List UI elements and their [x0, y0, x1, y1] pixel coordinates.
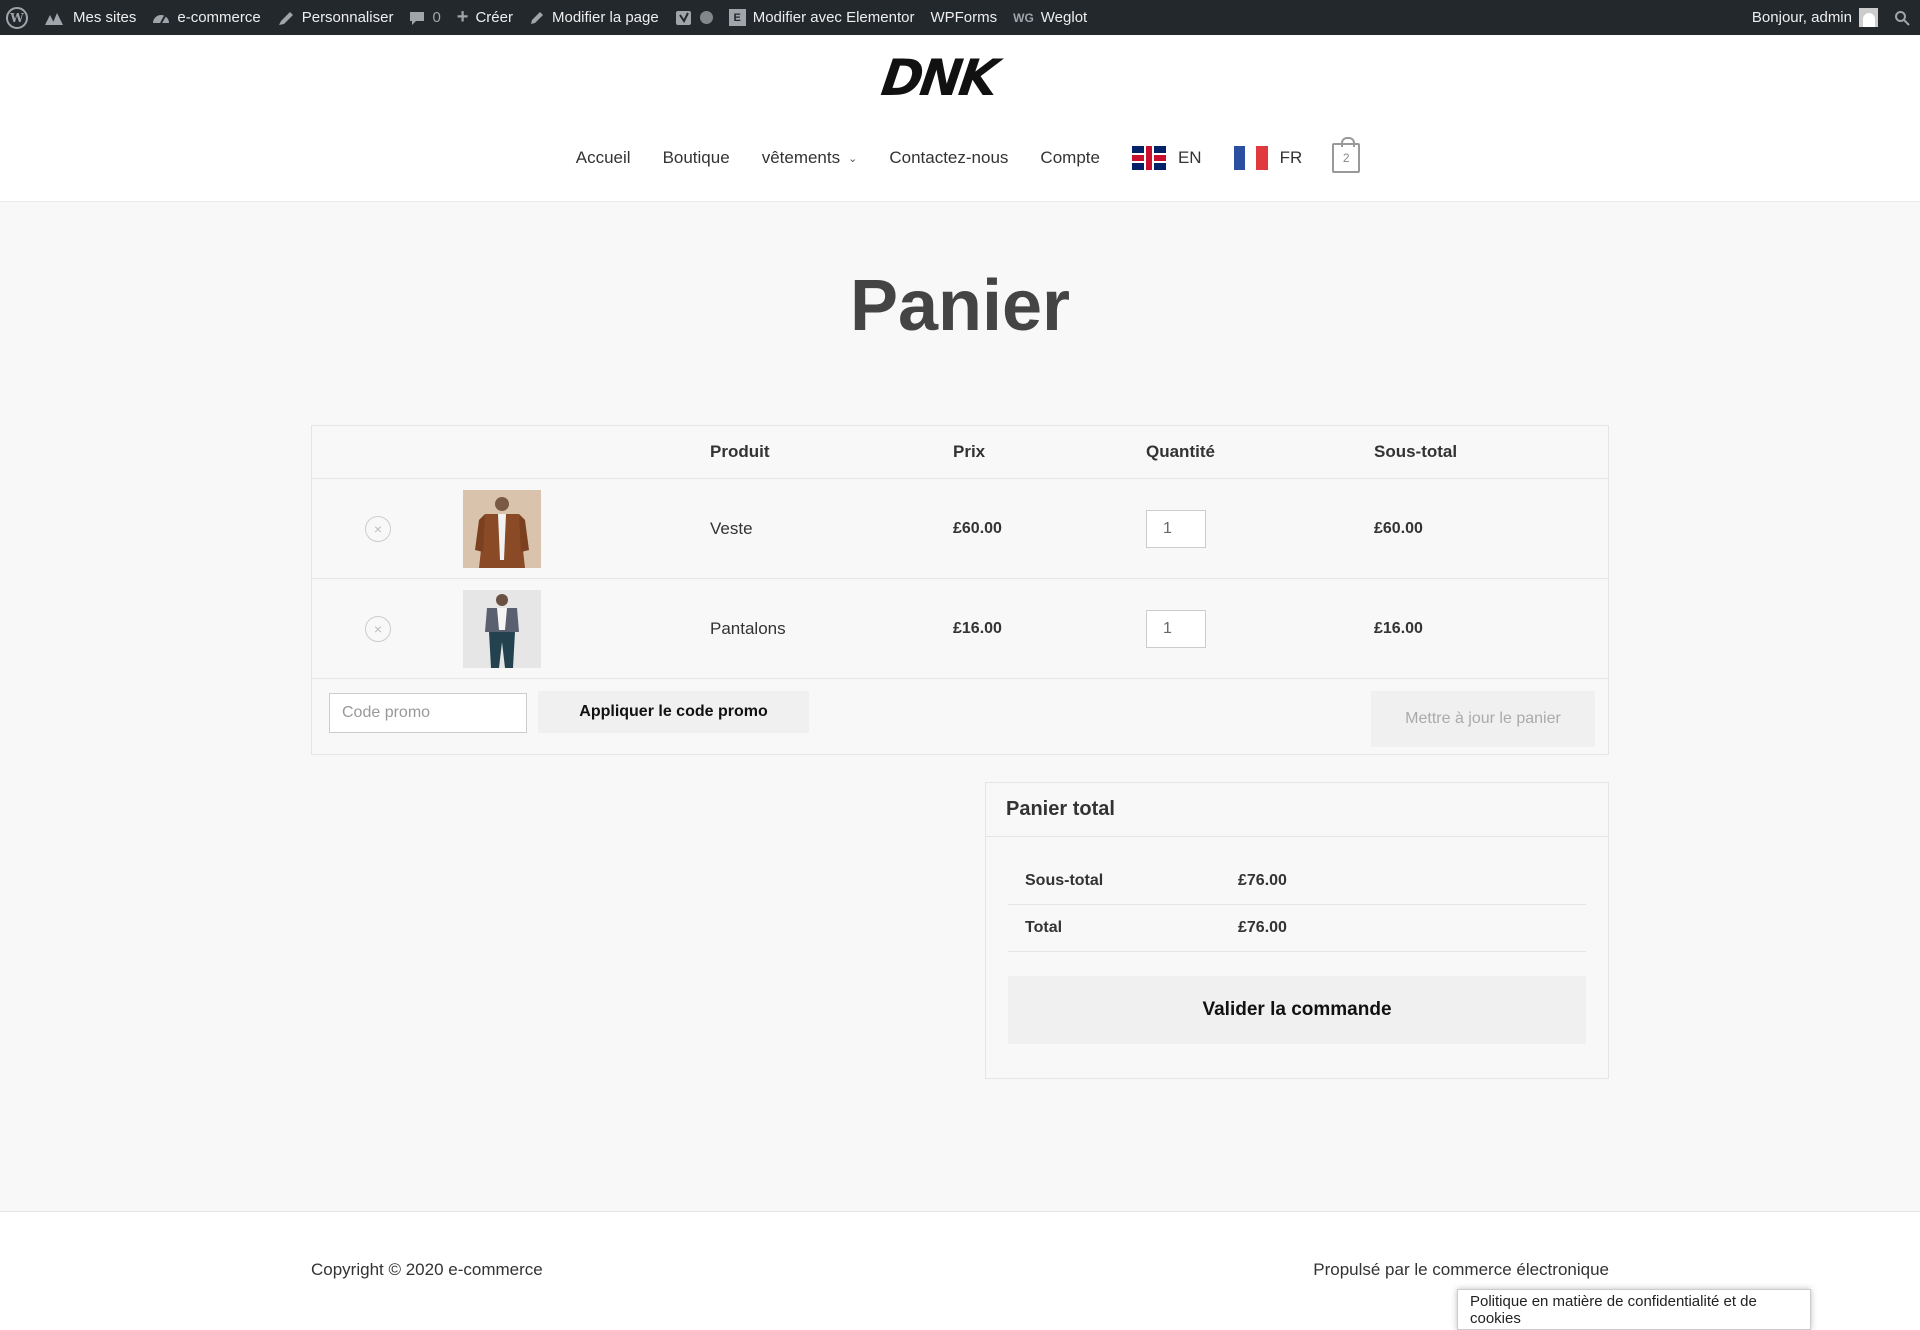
sites-icon — [44, 10, 66, 26]
column-header-price: Prix — [953, 442, 986, 461]
nav-item-vetements[interactable]: vêtements ⌄ — [762, 148, 858, 168]
remove-item-button[interactable]: × — [365, 615, 391, 642]
my-sites-label: Mes sites — [73, 9, 137, 26]
quantity-input[interactable]: 1 — [1146, 509, 1206, 548]
total-value: £76.00 — [1238, 919, 1287, 936]
nav-item-boutique[interactable]: Boutique — [663, 148, 730, 168]
chevron-down-icon: ⌄ — [848, 152, 858, 165]
column-header-quantity: Quantité — [1146, 442, 1215, 461]
total-row: Total £76.00 — [1008, 905, 1586, 952]
wordpress-menu[interactable]: W — [0, 0, 36, 35]
product-thumbnail[interactable] — [463, 489, 541, 568]
wordpress-logo-icon: W — [6, 6, 28, 29]
plus-icon: + — [456, 6, 469, 28]
status-dot-icon — [699, 11, 713, 24]
coupon-code-input[interactable]: Code promo — [329, 693, 527, 733]
subtotal-label: Sous-total — [1025, 872, 1104, 889]
comments-count: 0 — [432, 9, 441, 26]
apply-coupon-button[interactable]: Appliquer le code promo — [538, 691, 809, 733]
edit-page-label: Modifier la page — [551, 9, 659, 26]
edit-page-menu[interactable]: Modifier la page — [521, 0, 667, 35]
main-navigation: Accueil Boutique vêtements ⌄ Contactez-n… — [0, 137, 1920, 173]
product-thumbnail[interactable] — [463, 589, 541, 668]
language-fr[interactable]: FR — [1233, 146, 1303, 170]
product-price: £16.00 — [953, 619, 1002, 637]
elementor-menu[interactable]: E Modifier avec Elementor — [721, 0, 923, 35]
cart-table: Produit Prix Quantité Sous-total × Veste… — [311, 425, 1609, 755]
brush-icon — [277, 10, 295, 26]
powered-by-link[interactable]: Propulsé par le commerce électronique — [1313, 1260, 1609, 1280]
weglot-label: Weglot — [1040, 9, 1088, 26]
cart-icon[interactable]: 2 — [1332, 137, 1361, 173]
customize-menu[interactable]: Personnaliser — [269, 0, 402, 35]
elementor-icon: E — [728, 9, 746, 26]
cart-count: 2 — [1342, 151, 1350, 165]
subtotal-row: Sous-total £76.00 — [1008, 858, 1586, 905]
weglot-menu[interactable]: WG Weglot — [1005, 0, 1095, 35]
cart-totals-heading: Panier total — [986, 783, 1608, 837]
total-label: Total — [1025, 919, 1063, 936]
wpforms-label: WPForms — [930, 9, 998, 26]
new-content-label: Créer — [475, 9, 513, 26]
pencil-icon — [529, 10, 545, 26]
table-header: Produit Prix Quantité Sous-total — [312, 426, 1608, 479]
column-header-subtotal: Sous-total — [1374, 442, 1458, 461]
product-price: £60.00 — [953, 519, 1002, 537]
language-en[interactable]: EN — [1131, 146, 1202, 170]
elementor-label: Modifier avec Elementor — [752, 9, 915, 26]
column-header-product: Produit — [710, 442, 770, 461]
site-header: DNK Accueil Boutique vêtements ⌄ Contact… — [0, 35, 1920, 202]
checkout-button[interactable]: Valider la commande — [1008, 976, 1586, 1044]
language-en-label: EN — [1177, 148, 1202, 167]
nav-item-accueil[interactable]: Accueil — [576, 148, 631, 168]
search-icon — [1894, 10, 1910, 26]
site-logo[interactable]: DNK — [878, 49, 999, 107]
copyright-text: Copyright © 2020 e-commerce — [311, 1260, 543, 1279]
france-flag-icon — [1233, 146, 1268, 170]
yoast-icon — [675, 9, 693, 27]
nav-item-contact[interactable]: Contactez-nous — [889, 148, 1008, 168]
page-title: Panier — [849, 266, 1071, 346]
product-name-link[interactable]: Pantalons — [710, 579, 786, 678]
admin-bar: W Mes sites e-commerce Personnaliser 0 +… — [0, 0, 1920, 35]
site-name-label: e-commerce — [177, 9, 261, 26]
quantity-input[interactable]: 1 — [1146, 609, 1206, 648]
account-menu[interactable]: Bonjour, admin — [1744, 0, 1886, 35]
remove-item-button[interactable]: × — [365, 515, 391, 542]
language-fr-label: FR — [1279, 148, 1303, 167]
cart-totals: Panier total Sous-total £76.00 Total £76… — [985, 782, 1609, 1079]
cart-actions: Code promo Appliquer le code promo Mettr… — [312, 679, 1608, 754]
uk-flag-icon — [1131, 146, 1166, 170]
wpforms-menu[interactable]: WPForms — [922, 0, 1005, 35]
comments-menu[interactable]: 0 — [401, 0, 448, 35]
table-row: × Pantalons £16.00 1 £16.00 — [312, 579, 1608, 679]
product-name-link[interactable]: Veste — [710, 479, 753, 578]
weglot-icon: WG — [1013, 10, 1034, 25]
comment-icon — [409, 10, 425, 26]
new-content-menu[interactable]: + Créer — [449, 0, 521, 35]
nav-item-compte[interactable]: Compte — [1040, 148, 1100, 168]
nav-item-vetements-label: vêtements — [761, 148, 841, 167]
product-subtotal: £60.00 — [1374, 519, 1423, 537]
my-sites-menu[interactable]: Mes sites — [36, 0, 144, 35]
dashboard-icon — [152, 10, 170, 26]
avatar — [1859, 8, 1878, 27]
update-cart-button[interactable]: Mettre à jour le panier — [1371, 691, 1595, 747]
yoast-menu[interactable] — [667, 0, 721, 35]
product-subtotal: £16.00 — [1374, 619, 1423, 637]
greeting: Bonjour, admin — [1751, 9, 1852, 26]
admin-search[interactable] — [1886, 0, 1920, 35]
table-row: × Veste £60.00 1 £60.00 — [312, 479, 1608, 579]
privacy-policy-link[interactable]: Politique en matière de confidentialité … — [1457, 1289, 1811, 1330]
customize-label: Personnaliser — [301, 9, 394, 26]
site-name-menu[interactable]: e-commerce — [144, 0, 268, 35]
subtotal-value: £76.00 — [1238, 872, 1287, 889]
